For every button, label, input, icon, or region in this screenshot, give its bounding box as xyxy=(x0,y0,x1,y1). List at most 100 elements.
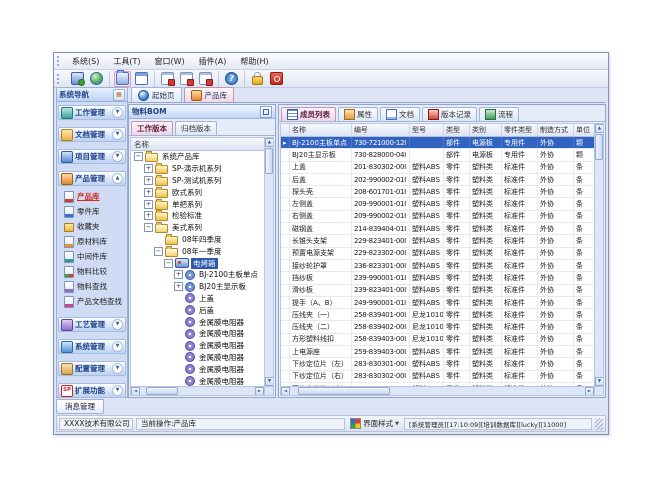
chevron-icon[interactable]: ▼ xyxy=(112,151,123,162)
chevron-icon[interactable]: ▼ xyxy=(112,363,123,374)
tree-row[interactable]: + 单把系列 xyxy=(131,198,264,210)
table-row[interactable]: 预置电源支架 229-823302-00I 塑料ABS 零件 塑料类 标准件 外… xyxy=(281,248,594,260)
column-header[interactable]: 单位 xyxy=(574,124,594,136)
table-row[interactable]: 探头壳 208-601701-01I 塑料ABS 零件 塑料类 标准件 外协 条 xyxy=(281,186,594,198)
version-tab[interactable]: 归档版本 xyxy=(175,121,217,135)
sidebar-section-header[interactable]: 工艺管理 ▼ xyxy=(58,317,126,332)
tree-expander-icon[interactable]: − xyxy=(154,247,163,256)
menu-grip[interactable] xyxy=(57,56,61,66)
scroll-thumb[interactable] xyxy=(146,387,178,395)
tree-row[interactable]: 金属膜电阻器 xyxy=(131,316,264,328)
table-row[interactable]: 后盖 202-990002-01I 塑料ABS 零件 塑料类 标准件 外协 条 xyxy=(281,174,594,186)
sidebar-item[interactable]: 物料比较 xyxy=(58,264,126,279)
scroll-left-icon[interactable]: ◄ xyxy=(131,387,140,396)
toolbar-button[interactable] xyxy=(249,71,266,87)
chevron-icon[interactable]: ▼ xyxy=(112,107,123,118)
tree-horizontal-scrollbar[interactable]: ◄ ► xyxy=(131,386,264,395)
table-row[interactable]: 压线夹（二） 258-839402-00I 尼龙1010 零件 塑料类 标准件 … xyxy=(281,321,594,333)
document-tab[interactable]: 产品库 xyxy=(184,87,235,102)
tree-row[interactable]: + BJ20主显示板 xyxy=(131,281,264,293)
toolbar-button[interactable] xyxy=(69,71,86,87)
table-row[interactable]: 压线夹（一） 258-839401-00I 尼龙1010 零件 塑料类 标准件 … xyxy=(281,309,594,321)
tree-expander-icon[interactable]: + xyxy=(174,270,183,279)
tree-row[interactable]: − 美式系列 xyxy=(131,222,264,234)
table-row[interactable]: 下纱定位片（左） 283-830301-00I 塑料ABS 零件 塑料类 标准件… xyxy=(281,358,594,370)
message-manager-tab[interactable]: 消息管理 xyxy=(56,399,104,414)
column-header[interactable]: 类别 xyxy=(470,124,502,136)
scroll-up-icon[interactable]: ▲ xyxy=(265,138,274,147)
toolbar-button[interactable] xyxy=(114,71,131,87)
menu-item[interactable]: 帮助(H) xyxy=(233,55,275,68)
table-row[interactable]: 方形塑料线扣 258-839403-00I 尼龙1010 零件 塑料类 标准件 … xyxy=(281,334,594,346)
tree-row[interactable]: 上盖 xyxy=(131,293,264,305)
tree-row[interactable]: 金属膜电阻器 xyxy=(131,375,264,386)
table-row[interactable]: BJ20主显示板 730-828000-04I 部件 电源板 专用件 外协 颗 xyxy=(281,149,594,161)
menu-item[interactable]: 工具(T) xyxy=(106,55,147,68)
menu-item[interactable]: 插件(A) xyxy=(192,55,234,68)
sidebar-item[interactable]: 物料查找 xyxy=(58,279,126,294)
tree-vertical-scrollbar[interactable]: ▲ ▼ xyxy=(264,138,273,386)
sidebar-section-header[interactable]: 产品管理 ▲ xyxy=(58,171,126,186)
tree-row[interactable]: + 检验标准 xyxy=(131,210,264,222)
column-header[interactable]: 编号 xyxy=(352,124,410,136)
tree-expander-icon[interactable]: − xyxy=(144,223,153,232)
toolbar-button[interactable] xyxy=(223,71,240,87)
sidebar-section-header[interactable]: 项目管理 ▼ xyxy=(58,149,126,164)
tree-row[interactable]: − 电烤箱 xyxy=(131,257,264,269)
tree-row[interactable]: + SP-测试机系列 xyxy=(131,175,264,187)
table-row[interactable]: 下纱定位片（右） 283-830302-00I 塑料ABS 零件 塑料类 标准件… xyxy=(281,371,594,383)
menu-item[interactable]: 窗口(W) xyxy=(147,55,191,68)
scroll-thumb[interactable] xyxy=(265,148,273,174)
table-row[interactable]: 提手（A、B） 249-990001-01I 塑料ABS 零件 塑料类 标准件 … xyxy=(281,297,594,309)
scroll-left-icon[interactable]: ◄ xyxy=(281,387,290,396)
chevron-icon[interactable]: ▼ xyxy=(112,341,123,352)
detail-tab[interactable]: 文档 xyxy=(380,107,420,121)
tree-row[interactable]: + BJ-2100主板单点 xyxy=(131,269,264,281)
ui-style-selector[interactable]: 界面样式 ▼ xyxy=(348,418,401,429)
tree-expander-icon[interactable]: + xyxy=(144,211,153,220)
toolbar-button[interactable] xyxy=(133,71,150,87)
scroll-thumb[interactable] xyxy=(298,387,390,395)
scroll-thumb[interactable] xyxy=(595,134,603,160)
scroll-right-icon[interactable]: ► xyxy=(255,387,264,396)
table-row[interactable]: 滑纱板 239-823401-00I 塑料ABS 零件 塑料类 标准件 外协 条 xyxy=(281,285,594,297)
resize-grip[interactable] xyxy=(595,418,603,430)
sidebar-item[interactable]: 收藏夹 xyxy=(58,219,126,234)
sidebar-item[interactable]: 产品文档查找 xyxy=(58,294,126,309)
toolbar-button[interactable] xyxy=(159,71,176,87)
detail-tab[interactable]: 版本记录 xyxy=(422,107,477,121)
scroll-up-icon[interactable]: ▲ xyxy=(595,124,604,133)
scroll-down-icon[interactable]: ▼ xyxy=(595,377,604,386)
tree-row[interactable]: + 欧式系列 xyxy=(131,186,264,198)
tree-row[interactable]: − 系统产品库 xyxy=(131,151,264,163)
sidebar-item[interactable]: 产品库 xyxy=(58,189,126,204)
tree-expander-icon[interactable]: + xyxy=(174,282,183,291)
table-horizontal-scrollbar[interactable]: ◄ ► xyxy=(281,386,594,395)
sidebar-item[interactable]: 零件库 xyxy=(58,204,126,219)
menu-item[interactable]: 系统(S) xyxy=(65,55,106,68)
tree-column-header[interactable]: 名称 xyxy=(131,138,264,151)
tree-expander-icon[interactable]: + xyxy=(144,200,153,209)
version-tab[interactable]: 工作版本 xyxy=(131,121,173,135)
sidebar-section-header[interactable]: 系统管理 ▼ xyxy=(58,339,126,354)
toolbar-button[interactable] xyxy=(268,71,285,87)
chevron-icon[interactable]: ▼ xyxy=(112,385,123,396)
sidebar-section-header[interactable]: 配置管理 ▼ xyxy=(58,361,126,376)
tree-row[interactable]: 金属膜电阻器 xyxy=(131,328,264,340)
table-row[interactable]: 上盖 201-830302-00I 塑料ABS 零件 塑料类 标准件 外协 条 xyxy=(281,162,594,174)
detail-tab[interactable]: 流程 xyxy=(479,107,519,121)
column-header[interactable]: 型号 xyxy=(410,124,444,136)
sidebar-item[interactable]: 原材料库 xyxy=(58,234,126,249)
tree-row[interactable]: 金属膜电阻器 xyxy=(131,352,264,364)
tree-expander-icon[interactable]: + xyxy=(144,176,153,185)
toolbar-button[interactable] xyxy=(88,71,105,87)
table-row[interactable]: 右侧盖 209-990002-01I 塑料ABS 零件 塑料类 标准件 外协 条 xyxy=(281,211,594,223)
sidebar-section-header[interactable]: 工作管理 ▼ xyxy=(58,105,126,120)
sidebar-menu-icon[interactable]: ▦ xyxy=(113,89,125,101)
sidebar-item[interactable]: 中间件库 xyxy=(58,249,126,264)
tree-expander-icon[interactable]: − xyxy=(134,152,143,161)
pin-icon[interactable] xyxy=(260,106,272,118)
tree-row[interactable]: − 08年一季度 xyxy=(131,245,264,257)
table-row[interactable]: 接纱轮护罩 236-823301-00I 塑料ABS 零件 塑料类 标准件 外协… xyxy=(281,260,594,272)
toolbar-button[interactable] xyxy=(197,71,214,87)
